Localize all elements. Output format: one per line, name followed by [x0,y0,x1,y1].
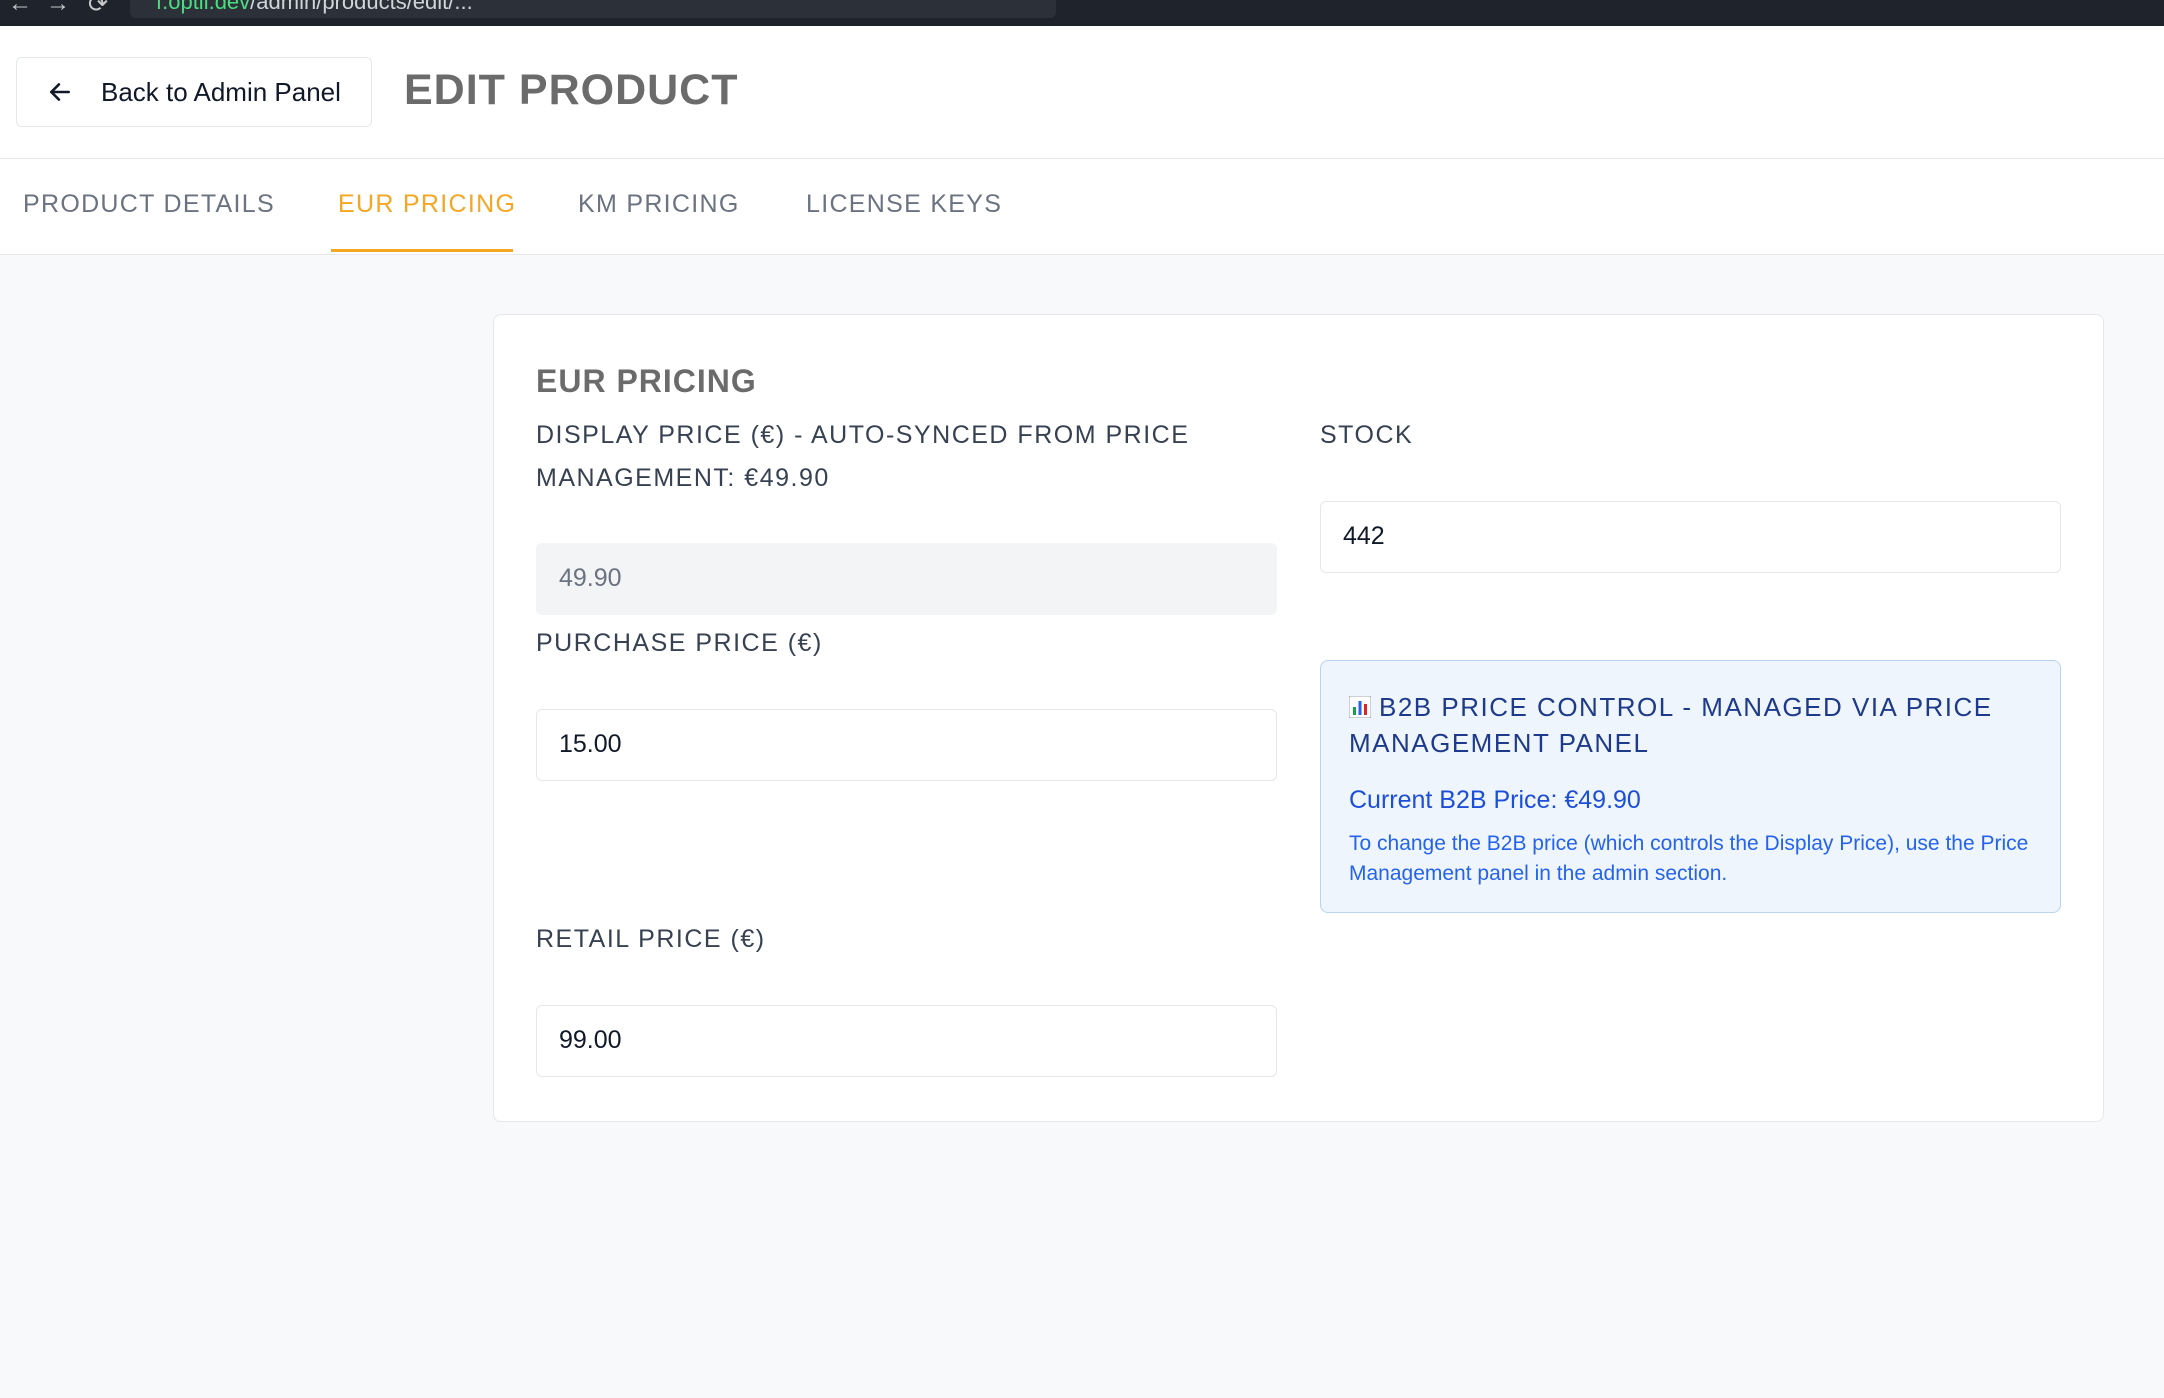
back-to-admin-button[interactable]: Back to Admin Panel [16,57,372,127]
card-title: EUR PRICING [536,363,757,399]
stock-label: STOCK [1320,421,1414,449]
tab-eur-pricing[interactable]: EUR PRICING [338,159,516,254]
page-title: EDIT PRODUCT [404,66,739,114]
stock-input[interactable]: 442 [1320,501,2061,573]
bar-chart-icon [1348,691,1372,719]
url-host: f.optii.dev [156,0,251,14]
browser-reload-icon[interactable]: ⟳ [88,0,108,19]
page-header: Back to Admin Panel EDIT PRODUCT [0,26,2164,159]
b2b-notice-title-text: B2B PRICE CONTROL - MANAGED VIA PRICE MA… [1349,692,1993,758]
b2b-price-control-notice: B2B PRICE CONTROL - MANAGED VIA PRICE MA… [1320,660,2061,913]
purchase-price-label: PURCHASE PRICE (€) [536,629,823,657]
url-path: /admin/products/edit/... [250,0,473,14]
arrow-left-icon [45,77,75,107]
browser-toolbar: ← → ⟳ f.optii.dev/admin/products/edit/..… [0,0,2164,26]
display-price-label-line1: DISPLAY PRICE (€) - AUTO-SYNCED FROM PRI… [536,421,1190,449]
tab-license-keys[interactable]: LICENSE KEYS [806,159,1002,254]
display-price-label-line2: MANAGEMENT: €49.90 [536,464,830,492]
b2b-notice-title: B2B PRICE CONTROL - MANAGED VIA PRICE MA… [1348,689,2029,761]
current-b2b-price: Current B2B Price: €49.90 [1349,786,1641,814]
tab-bar: PRODUCT DETAILS EUR PRICING KM PRICING L… [0,159,2164,255]
tab-km-pricing[interactable]: KM PRICING [578,159,740,254]
b2b-notice-help-text: To change the B2B price (which controls … [1349,832,2029,885]
address-bar[interactable]: f.optii.dev/admin/products/edit/... [130,0,1056,18]
active-tab-indicator [331,249,513,252]
eur-pricing-card: EUR PRICING DISPLAY PRICE (€) - AUTO-SYN… [493,314,2104,1122]
retail-price-input[interactable]: 99.00 [536,1005,1277,1077]
display-price-label: DISPLAY PRICE (€) - AUTO-SYNCED FROM PRI… [536,414,1276,500]
browser-forward-icon[interactable]: → [46,0,70,18]
tab-product-details[interactable]: PRODUCT DETAILS [23,159,275,254]
browser-back-icon[interactable]: ← [8,0,32,18]
display-price-input: 49.90 [536,543,1277,615]
purchase-price-input[interactable]: 15.00 [536,709,1277,781]
back-button-label: Back to Admin Panel [101,76,341,107]
retail-price-label: RETAIL PRICE (€) [536,925,766,953]
